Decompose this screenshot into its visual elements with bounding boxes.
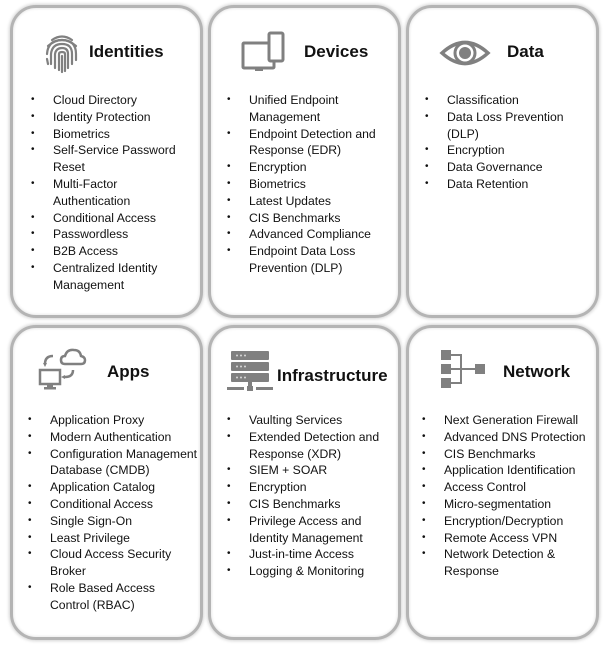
list-item: Unified Endpoint Management — [224, 92, 359, 126]
list-item: Application Identification — [419, 462, 601, 479]
list-item: Extended Detection and Response (XDR) — [224, 429, 384, 463]
devices-icon — [241, 31, 285, 71]
list-item: Endpoint Detection and Response (EDR) — [224, 126, 399, 160]
cloud-computer-sync-icon — [38, 348, 87, 390]
card-title: Identities — [89, 42, 164, 61]
card-title: Infrastructure — [277, 366, 388, 385]
feature-list: Next Generation Firewall Advanced DNS Pr… — [419, 412, 601, 580]
card-infrastructure: Infrastructure Vaulting Services Extende… — [208, 325, 401, 640]
list-item: Identity Protection — [28, 109, 203, 126]
fingerprint-icon — [45, 35, 78, 74]
card-header: Data — [409, 30, 596, 80]
card-title: Network — [503, 362, 571, 381]
list-item: Logging & Monitoring — [224, 563, 402, 580]
list-item: Cloud Directory — [28, 92, 203, 109]
list-item: Role Based Access Control (RBAC) — [25, 580, 180, 614]
server-rack-icon — [227, 351, 273, 391]
card-title: Data — [507, 42, 544, 61]
list-item: Latest Updates — [224, 193, 399, 210]
list-item: CIS Benchmarks — [224, 496, 402, 513]
card-devices: Devices Unified Endpoint Management Endp… — [208, 5, 401, 318]
list-item: Classification — [422, 92, 597, 109]
list-item: Cloud Access Security Broker — [25, 546, 185, 580]
list-item: Self-Service Password Reset — [28, 142, 181, 176]
list-item: Data Retention — [422, 176, 597, 193]
list-item: Multi-Factor Authentication — [28, 176, 158, 210]
list-item: Privilege Access and Identity Management — [224, 513, 399, 547]
list-item: Conditional Access — [28, 210, 203, 227]
list-item: SIEM + SOAR — [224, 462, 402, 479]
list-item: Application Proxy — [25, 412, 203, 429]
list-item: Encryption — [224, 159, 399, 176]
list-item: Biometrics — [224, 176, 399, 193]
list-item: Passwordless — [28, 226, 203, 243]
list-item: Remote Access VPN — [419, 530, 601, 547]
list-item: Micro-segmentation — [419, 496, 601, 513]
list-item: Configuration Management Database (CMDB) — [25, 446, 200, 480]
list-item: Centralized Identity Management — [28, 260, 173, 294]
list-item: Just-in-time Access — [224, 546, 402, 563]
feature-list: Unified Endpoint Management Endpoint Det… — [224, 92, 399, 277]
card-header: Network — [409, 346, 596, 396]
card-identities: Identities Cloud Directory Identity Prot… — [10, 5, 203, 318]
eye-icon — [439, 40, 491, 66]
list-item: Data Loss Prevention (DLP) — [422, 109, 597, 143]
feature-list: Application Proxy Modern Authentication … — [25, 412, 203, 614]
card-title: Apps — [107, 362, 150, 381]
list-item: Modern Authentication — [25, 429, 203, 446]
list-item: Next Generation Firewall — [419, 412, 601, 429]
list-item: Advanced DNS Protection — [419, 429, 601, 446]
list-item: Single Sign-On — [25, 513, 203, 530]
list-item: CIS Benchmarks — [419, 446, 601, 463]
card-header: Apps — [13, 346, 200, 396]
feature-list: Vaulting Services Extended Detection and… — [224, 412, 402, 580]
list-item: Encryption — [422, 142, 597, 159]
feature-list: Classification Data Loss Prevention (DLP… — [422, 92, 597, 193]
list-item: Access Control — [419, 479, 601, 496]
card-network: Network Next Generation Firewall Advance… — [406, 325, 599, 640]
card-header: Devices — [211, 30, 398, 80]
list-item: Encryption — [224, 479, 402, 496]
network-hierarchy-icon — [441, 350, 485, 388]
list-item: CIS Benchmarks — [224, 210, 399, 227]
list-item: Conditional Access — [25, 496, 203, 513]
feature-list: Cloud Directory Identity Protection Biom… — [28, 92, 203, 294]
card-header: Infrastructure — [211, 348, 398, 398]
list-item: Endpoint Data Loss Prevention (DLP) — [224, 243, 379, 277]
list-item: Vaulting Services — [224, 412, 402, 429]
card-title: Devices — [304, 42, 369, 61]
list-item: Encryption/Decryption — [419, 513, 601, 530]
list-item: Application Catalog — [25, 479, 203, 496]
list-item: Advanced Compliance — [224, 226, 399, 243]
card-header: Identities — [13, 30, 200, 80]
list-item: B2B Access — [28, 243, 203, 260]
list-item: Network Detection & Response — [419, 546, 584, 580]
card-apps: Apps Application Proxy Modern Authentica… — [10, 325, 203, 640]
list-item: Biometrics — [28, 126, 203, 143]
list-item: Least Privilege — [25, 530, 203, 547]
list-item: Data Governance — [422, 159, 597, 176]
card-data: Data Classification Data Loss Prevention… — [406, 5, 599, 318]
